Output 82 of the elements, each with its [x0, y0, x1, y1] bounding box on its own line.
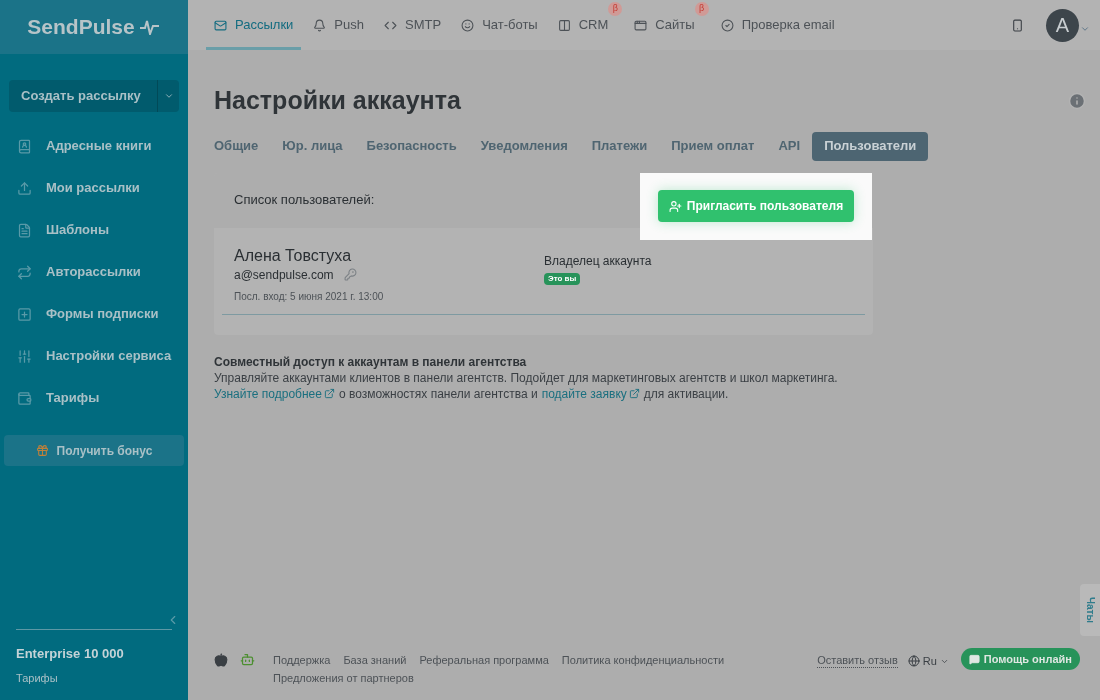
settings-tab[interactable]: Общие: [202, 131, 271, 161]
user-email: a@sendpulse.com: [234, 266, 334, 284]
plan-link[interactable]: Тарифы: [16, 669, 172, 686]
book-icon: [17, 138, 32, 154]
beta-badge: β: [694, 2, 709, 16]
wallet-icon: [17, 390, 32, 406]
dropdown-button[interactable]: [157, 80, 179, 112]
apple-icon[interactable]: [214, 653, 228, 667]
footer-link[interactable]: Поддержка: [273, 652, 331, 668]
nav-tab[interactable]: CRM β: [549, 0, 623, 50]
window-icon: [634, 18, 648, 32]
smiley-icon: [461, 18, 475, 32]
avatar[interactable]: A: [1046, 8, 1079, 42]
sidebar-item[interactable]: Адресные книги: [0, 125, 188, 167]
columns-icon: [557, 18, 571, 32]
globe-icon: [907, 655, 920, 668]
nav-tab[interactable]: SMTP: [376, 0, 450, 50]
plus-square-icon: [17, 306, 32, 322]
sidebar-item[interactable]: Тарифы: [0, 377, 188, 419]
caret-icon[interactable]: [1080, 24, 1090, 34]
robot-icon[interactable]: [240, 652, 255, 667]
envelope-icon: [214, 18, 227, 32]
chats-tab[interactable]: Чаты: [1080, 584, 1100, 636]
you-badge: Это вы: [544, 272, 581, 285]
agency-link[interactable]: Узнайте подробнее: [214, 385, 335, 402]
repeat-icon: [17, 264, 32, 280]
agency-description: Управляйте аккаунтами клиентов в панели агентств. Подойдет для маркетинговых агентств и школ маркетинга.: [214, 369, 839, 386]
plan-name: Enterprise 10 000: [16, 645, 125, 663]
settings-tab[interactable]: API: [766, 131, 813, 161]
sidebar-item[interactable]: Шаблоны: [0, 209, 188, 251]
footer-link[interactable]: База знаний: [343, 652, 407, 668]
sidebar-item[interactable]: Настройки сервиса: [0, 335, 188, 377]
settings-tab[interactable]: Платежи: [579, 131, 660, 161]
agency-text: о возможностях панели агентства и: [338, 385, 538, 402]
settings-tab[interactable]: Юр. лица: [270, 131, 355, 161]
feedback-link[interactable]: Оставить отзыв: [817, 653, 898, 668]
bonus-button[interactable]: Получить бонус: [4, 435, 184, 466]
users-list-title: Список пользователей:: [234, 191, 375, 210]
nav-tab[interactable]: Рассылки: [206, 0, 302, 50]
footer-link[interactable]: Политика конфиденциальности: [561, 652, 725, 668]
check-circle-icon: [720, 18, 734, 32]
chats-label: Чаты: [1083, 597, 1097, 623]
chat-icon: [968, 653, 980, 665]
footer-link[interactable]: Предложения от партнеров: [273, 670, 414, 686]
settings-tab[interactable]: Безопасность: [354, 131, 469, 161]
sliders-icon: [17, 348, 32, 364]
nav-tab[interactable]: Чат-боты: [453, 0, 546, 50]
last-login: Посл. вход: 5 июня 2021 г. 13:00: [234, 289, 385, 304]
caret-icon: [163, 91, 174, 101]
key-icon[interactable]: [343, 268, 357, 281]
settings-tab[interactable]: Пользователи: [812, 131, 929, 161]
user-name: Алена Товстуха: [234, 245, 353, 266]
bell-icon: [313, 18, 327, 32]
agency-link[interactable]: подайте заявку: [541, 385, 640, 402]
phone-icon[interactable]: [1011, 18, 1024, 32]
nav-tab[interactable]: Проверка email: [712, 0, 843, 50]
create-campaign-button[interactable]: Создать рассылку: [9, 80, 157, 112]
upload-icon: [17, 180, 32, 196]
agency-title: Совместный доступ к аккаунтам в панели агентства: [214, 353, 528, 370]
sidebar-item[interactable]: Авторассылки: [0, 251, 188, 293]
external-link-icon: [628, 388, 640, 399]
settings-tab[interactable]: Уведомления: [468, 131, 580, 161]
nav-tab[interactable]: Сайты β: [626, 0, 709, 50]
pulse-icon: [138, 19, 161, 35]
invite-user-button[interactable]: Пригласить пользователя: [657, 190, 855, 222]
document-icon: [17, 222, 32, 238]
page-title: Настройки аккаунта: [214, 85, 461, 116]
agency-text: для активации.: [643, 385, 729, 402]
nav-tab[interactable]: Push: [305, 0, 372, 50]
sidebar-item[interactable]: Мои рассылки: [0, 167, 188, 209]
external-link-icon: [323, 388, 335, 399]
user-role: Владелец аккаунта: [544, 252, 652, 270]
footer-link[interactable]: Реферальная программа: [419, 652, 549, 668]
language-selector[interactable]: Ru: [907, 653, 949, 670]
info-icon[interactable]: [1068, 91, 1086, 110]
beta-badge: β: [608, 2, 623, 16]
gift-icon: [35, 444, 49, 457]
sidebar-item[interactable]: Формы подписки: [0, 293, 188, 335]
help-online-button[interactable]: Помощь онлайн: [960, 648, 1080, 670]
settings-tab[interactable]: Прием оплат: [659, 131, 767, 161]
logo[interactable]: SendPulse: [27, 11, 135, 43]
user-plus-icon: [668, 199, 682, 213]
